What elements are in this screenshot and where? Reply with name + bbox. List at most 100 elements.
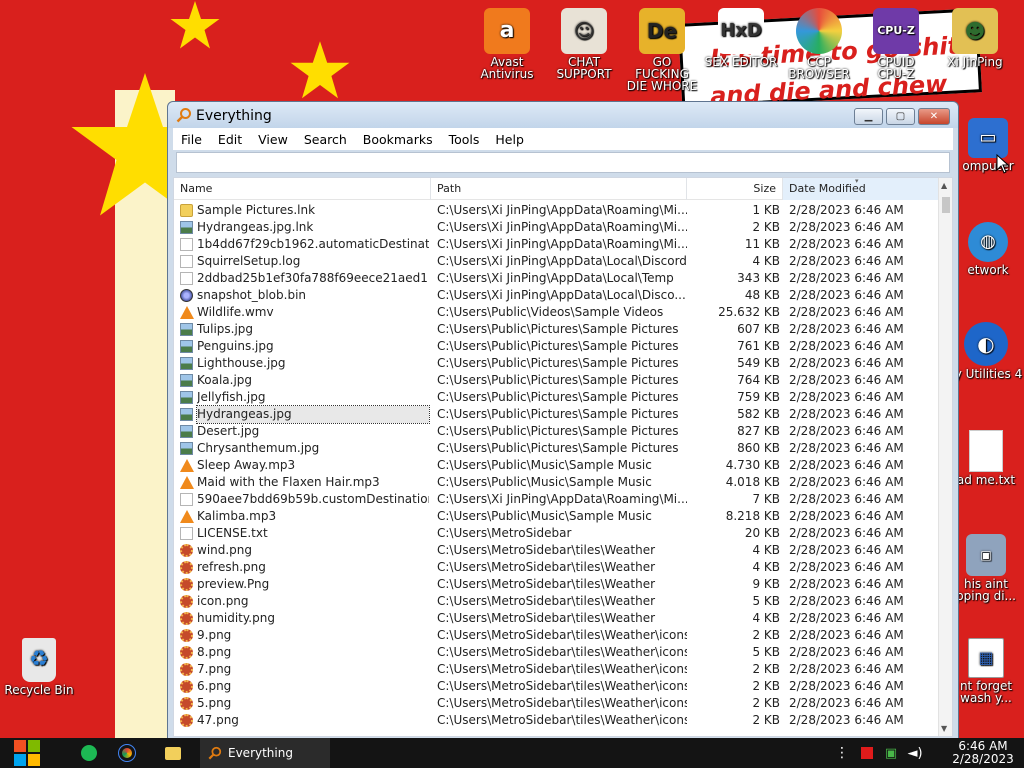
table-row[interactable]: Koala.jpg C:\Users\Public\Pictures\Sample… (174, 372, 939, 389)
image-file-icon (180, 544, 193, 557)
menu-help[interactable]: Help (487, 132, 532, 147)
taskbar-explorer[interactable] (156, 738, 190, 768)
column-header-size[interactable]: Size (687, 178, 783, 200)
desktop-icon-avast[interactable]: a Avast Antivirus (478, 8, 536, 80)
table-row[interactable]: 2ddbad25b1ef30fa788f69eece21aed1.txt C:\U… (174, 270, 939, 287)
table-row[interactable]: Tulips.jpg C:\Users\Public\Pictures\Sampl… (174, 321, 939, 338)
vertical-scrollbar[interactable]: ▲ ▼ (938, 178, 952, 736)
scroll-up-icon[interactable]: ▲ (941, 181, 947, 190)
search-input[interactable] (176, 152, 950, 173)
desktop-icon-xi-jinping[interactable]: ☻ Xi JinPing (944, 8, 1006, 68)
recycle-bin-icon: ♻ (22, 638, 56, 682)
menu-edit[interactable]: Edit (210, 132, 250, 147)
table-row[interactable]: 5.png C:\Users\MetroSidebar\tiles\Weather… (174, 695, 939, 712)
table-row[interactable]: 8.png C:\Users\MetroSidebar\tiles\Weather… (174, 644, 939, 661)
binary-file-icon (180, 289, 193, 302)
desktop-icon-setup[interactable]: ▣ his aint pping di... (948, 534, 1024, 602)
file-path: C:\Users\Public\Pictures\Sample Pictures (437, 339, 679, 353)
table-row[interactable]: Hydrangeas.jpg.lnk C:\Users\Xi JinPing\Ap… (174, 219, 939, 236)
file-date: 2/28/2023 6:46 AM (789, 424, 904, 438)
table-row[interactable]: Penguins.jpg C:\Users\Public\Pictures\Sam… (174, 338, 939, 355)
folder-icon (180, 204, 193, 217)
scroll-thumb[interactable] (942, 197, 950, 213)
desktop-icon-label: CHAT SUPPORT (556, 55, 612, 81)
table-row[interactable]: 1b4dd67f29cb1962.automaticDestinatio... C… (174, 236, 939, 253)
file-size: 48 KB (744, 288, 780, 302)
table-row[interactable]: Kalimba.mp3 C:\Users\Public\Music\Sample … (174, 508, 939, 525)
start-button[interactable] (8, 738, 46, 768)
desktop-icon-utilities[interactable]: ◐ ry Utilities 4 (948, 322, 1024, 380)
image-file-icon (180, 663, 193, 676)
flag-icon[interactable] (856, 738, 878, 768)
table-row[interactable]: 47.png C:\Users\MetroSidebar\tiles\Weathe… (174, 712, 939, 729)
table-row[interactable]: 6.png C:\Users\MetroSidebar\tiles\Weather… (174, 678, 939, 695)
table-row[interactable]: Sleep Away.mp3 C:\Users\Public\Music\Samp… (174, 457, 939, 474)
file-path: C:\Users\Public\Music\Sample Music (437, 475, 652, 489)
table-row[interactable]: 7.png C:\Users\MetroSidebar\tiles\Weather… (174, 661, 939, 678)
column-header-date[interactable]: Date Modified ▾ (783, 178, 939, 200)
table-row[interactable]: LICENSE.txt C:\Users\MetroSidebar 20 KB 2/2… (174, 525, 939, 542)
table-row[interactable]: Maid with the Flaxen Hair.mp3 C:\Users\Pu… (174, 474, 939, 491)
file-name: Desert.jpg (197, 424, 260, 438)
maximize-button[interactable]: ▢ (886, 108, 915, 125)
table-row[interactable]: Jellyfish.jpg C:\Users\Public\Pictures\Sa… (174, 389, 939, 406)
table-row[interactable]: SquirrelSetup.log C:\Users\Xi JinPing\App… (174, 253, 939, 270)
table-row[interactable]: humidity.png C:\Users\MetroSidebar\tiles\… (174, 610, 939, 627)
menu-file[interactable]: File (173, 132, 210, 147)
scroll-down-icon[interactable]: ▼ (941, 724, 947, 733)
desktop-icon-network[interactable]: ◍ etwork (952, 222, 1024, 276)
document-icon (180, 238, 193, 251)
user-folder-icon: ☻ (952, 8, 998, 54)
file-name: Sleep Away.mp3 (197, 458, 296, 472)
window-titlebar[interactable]: Everything ▁ ▢ ✕ (168, 102, 958, 128)
desktop-icon-calendar[interactable]: ▦ nt forget wash y... (948, 638, 1024, 704)
table-row[interactable]: snapshot_blob.bin C:\Users\Xi JinPing\App… (174, 287, 939, 304)
taskbar-everything[interactable]: Everything (200, 738, 330, 768)
table-row[interactable]: Chrysanthemum.jpg C:\Users\Public\Picture… (174, 440, 939, 457)
minimize-button[interactable]: ▁ (854, 108, 883, 125)
file-size: 4 KB (752, 254, 780, 268)
menu-tools[interactable]: Tools (441, 132, 488, 147)
table-row[interactable]: 590aee7bdd69b59b.customDestinations... C:… (174, 491, 939, 508)
desktop-icon-ccp-browser[interactable]: CCP BROWSER (786, 8, 852, 80)
taskbar-chrome[interactable] (112, 738, 142, 768)
clock[interactable]: 6:46 AM 2/28/2023 (950, 740, 1016, 766)
menu-view[interactable]: View (250, 132, 296, 147)
desktop-icon-computer[interactable]: ▭ omputer (952, 118, 1024, 172)
table-row[interactable]: Lighthouse.jpg C:\Users\Public\Pictures\S… (174, 355, 939, 372)
close-button[interactable]: ✕ (918, 108, 950, 125)
desktop-icon-cpuz[interactable]: CPU-Z CPUID CPU-Z (866, 8, 926, 80)
table-row[interactable]: wind.png C:\Users\MetroSidebar\tiles\Weat… (174, 542, 939, 559)
column-header-name[interactable]: Name (174, 178, 431, 200)
file-path: C:\Users\Public\Pictures\Sample Pictures (437, 373, 679, 387)
file-size: 2 KB (752, 713, 780, 727)
table-row[interactable]: icon.png C:\Users\MetroSidebar\tiles\Weat… (174, 593, 939, 610)
setup-icon: ▣ (966, 534, 1006, 576)
desktop-icon-recycle-bin[interactable]: ♻ Recycle Bin (4, 638, 74, 696)
network-tray-icon[interactable]: ▣ (880, 738, 902, 768)
desktop-icon-de[interactable]: De GO FUCKING DIE WHORE (624, 8, 700, 92)
desktop-icon-sex-editor[interactable]: HxD SEX EDITOR (704, 8, 778, 68)
vlc-icon (180, 476, 194, 489)
table-row[interactable]: preview.Png C:\Users\MetroSidebar\tiles\W… (174, 576, 939, 593)
desktop-icon-chat-support[interactable]: ☺ CHAT SUPPORT (554, 8, 614, 80)
volume-icon[interactable]: ◄) (904, 738, 926, 768)
table-row[interactable]: Desert.jpg C:\Users\Public\Pictures\Sampl… (174, 423, 939, 440)
file-date: 2/28/2023 6:46 AM (789, 577, 904, 591)
table-row[interactable]: Sample Pictures.lnk C:\Users\Xi JinPing\A… (174, 202, 939, 219)
windows-logo-icon (14, 740, 40, 766)
image-file-icon (180, 714, 193, 727)
table-row[interactable]: 9.png C:\Users\MetroSidebar\tiles\Weather… (174, 627, 939, 644)
menu-bookmarks[interactable]: Bookmarks (355, 132, 441, 147)
taskbar-spotify[interactable] (74, 738, 104, 768)
table-row[interactable]: refresh.png C:\Users\MetroSidebar\tiles\W… (174, 559, 939, 576)
desktop-icon-label: ad me.txt (956, 473, 1016, 487)
table-row[interactable]: Hydrangeas.jpg C:\Users\Public\Pictures\S… (174, 405, 939, 424)
chromium-icon (796, 8, 842, 54)
column-header-path[interactable]: Path (431, 178, 687, 200)
overflow-icon[interactable]: ⋮ (834, 738, 850, 768)
file-name: Hydrangeas.jpg (196, 405, 430, 424)
menu-search[interactable]: Search (296, 132, 355, 147)
desktop-icon-readme[interactable]: ad me.txt (948, 430, 1024, 486)
table-row[interactable]: Wildlife.wmv C:\Users\Public\Videos\Sampl… (174, 304, 939, 321)
